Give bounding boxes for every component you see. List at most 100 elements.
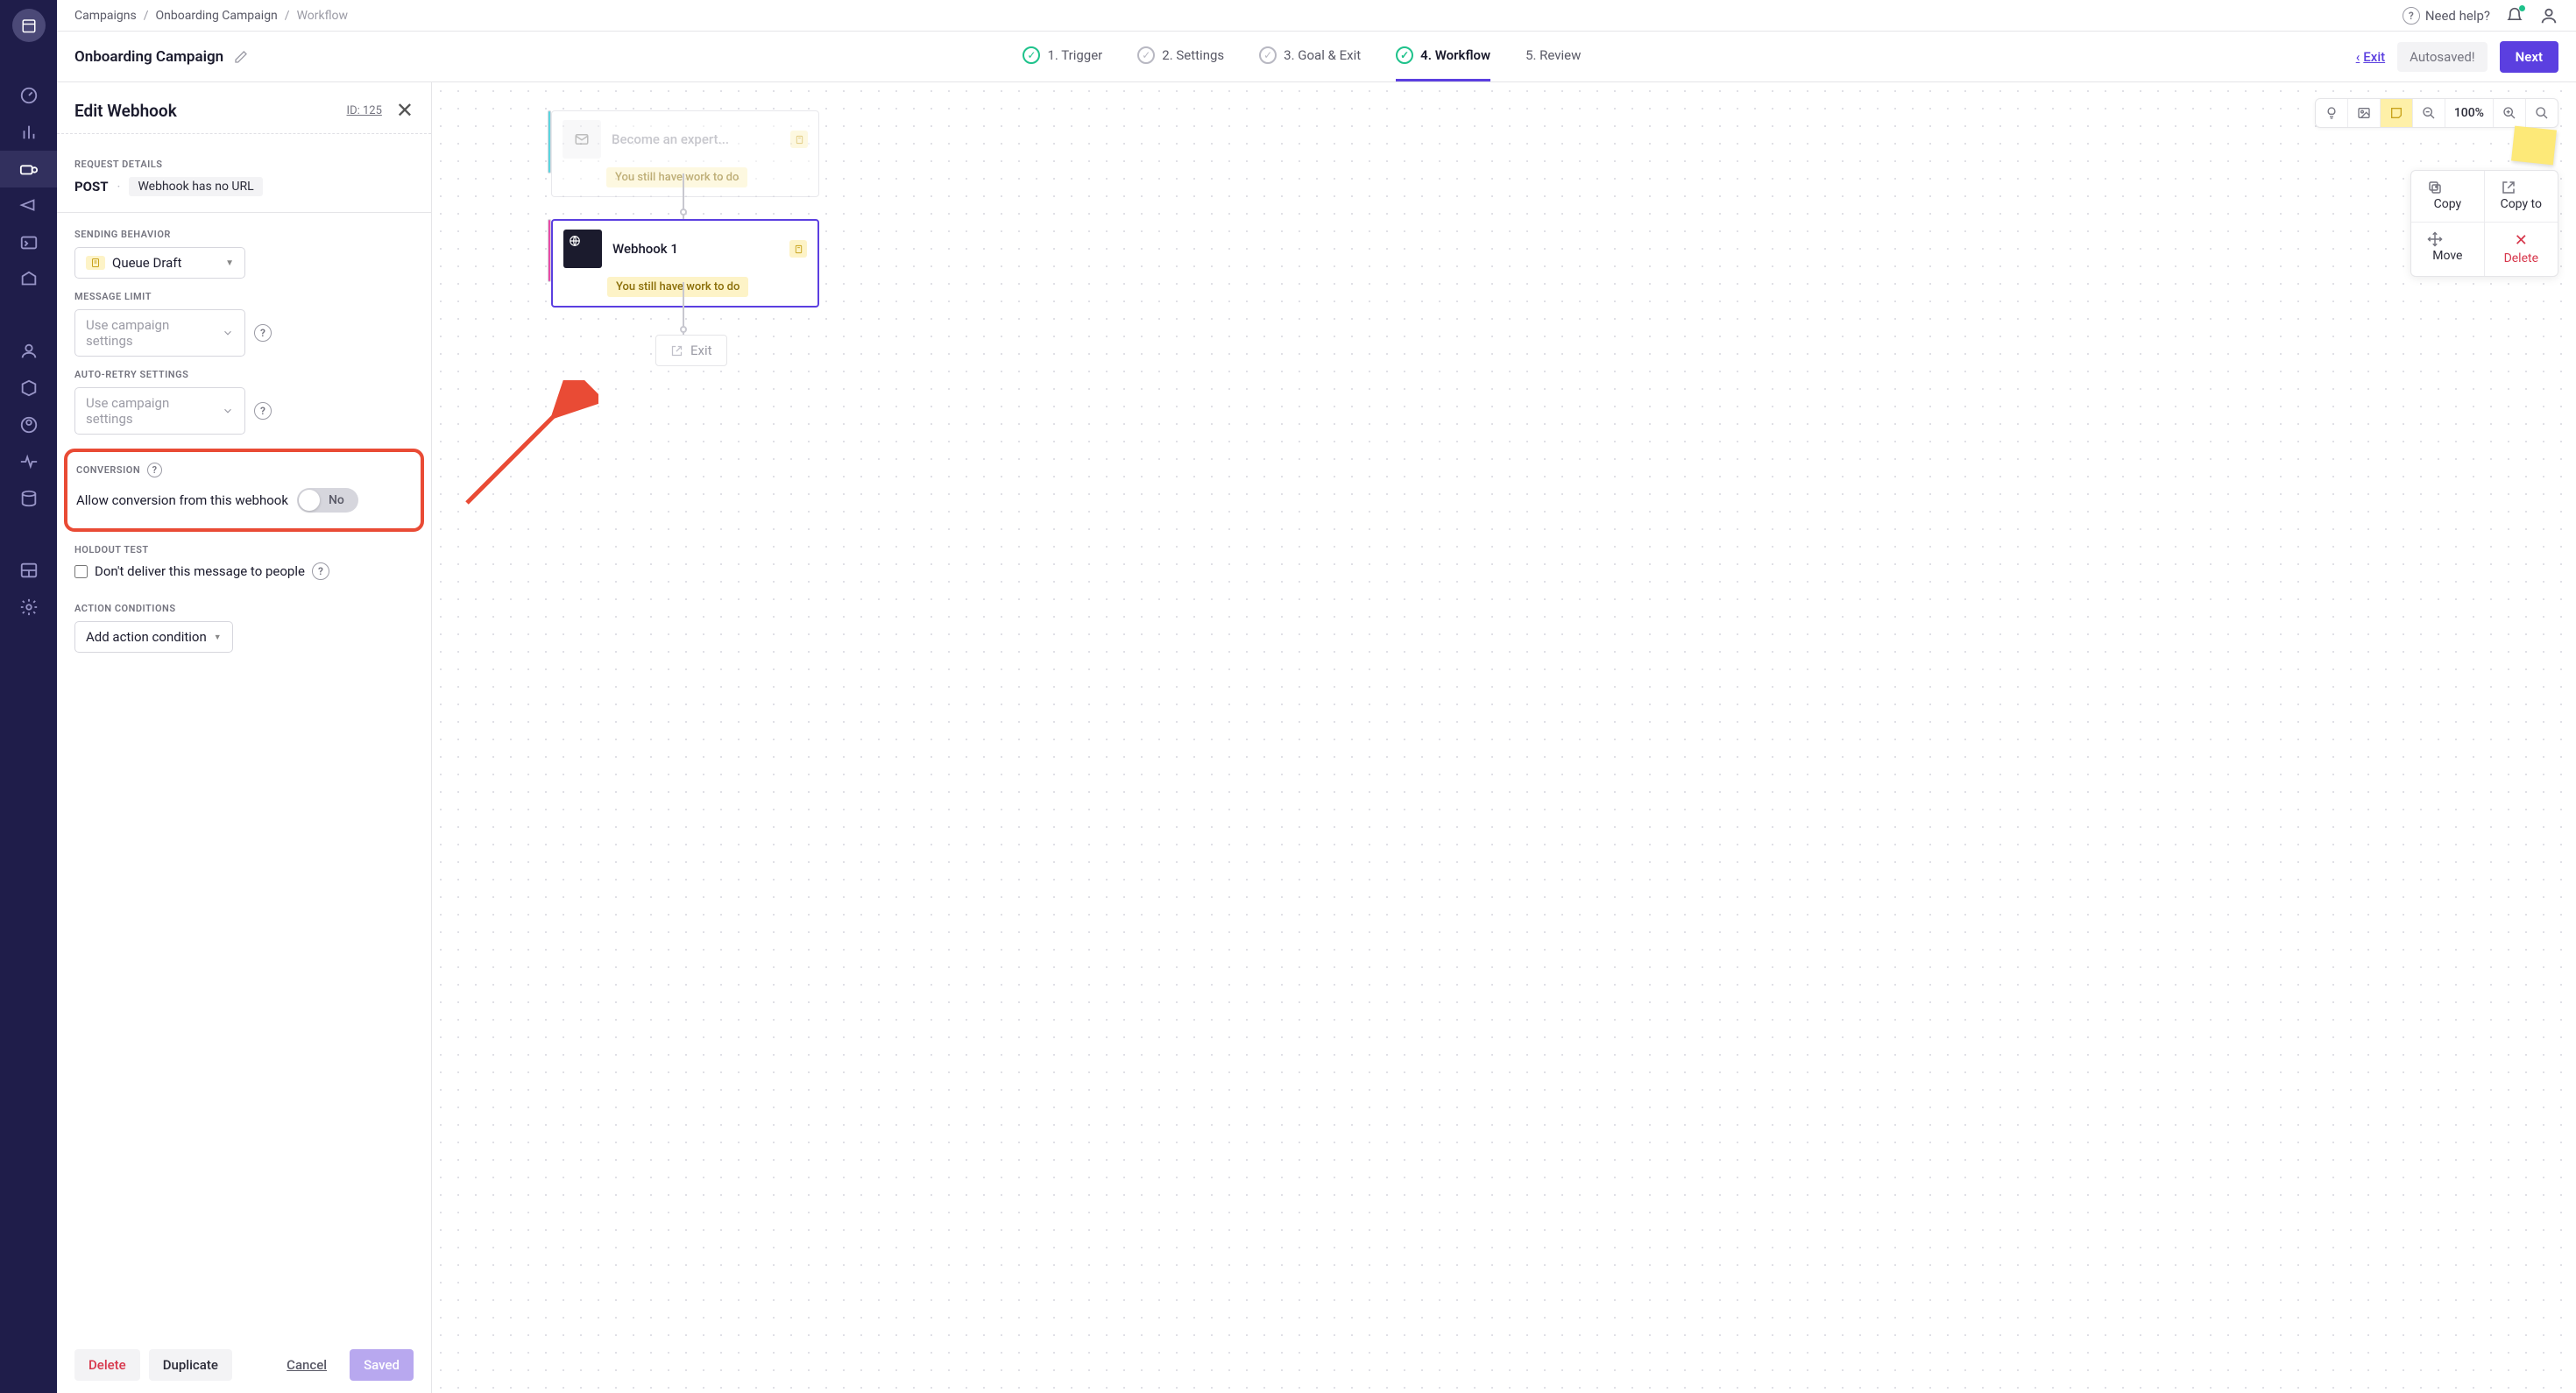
caret-down-icon: ▼ [214, 633, 222, 642]
exit-node[interactable]: Exit [655, 335, 727, 366]
next-button[interactable]: Next [2500, 41, 2558, 73]
caret-down-icon: ▼ [225, 258, 234, 268]
copy-to-action[interactable]: Copy to [2485, 171, 2558, 223]
nav-analytics-icon[interactable] [0, 114, 57, 151]
step-header: Onboarding Campaign ✓1. Trigger ✓2. Sett… [57, 32, 2576, 82]
annotation-arrow [441, 380, 598, 529]
nav-content-icon[interactable] [0, 552, 57, 589]
section-sending-behavior: SENDING BEHAVIOR [74, 229, 414, 240]
nav-dashboard-icon[interactable] [0, 77, 57, 114]
breadcrumb-campaigns[interactable]: Campaigns [74, 9, 137, 23]
nav-people-icon[interactable] [0, 333, 57, 370]
tab-review[interactable]: 5. Review [1525, 32, 1581, 81]
webhook-icon [563, 230, 602, 268]
move-icon [2427, 231, 2467, 247]
nav-broadcasts-icon[interactable] [0, 187, 57, 224]
chevron-down-icon [222, 327, 234, 339]
nav-activity-icon[interactable] [0, 443, 57, 480]
nav-campaigns-icon[interactable] [0, 151, 57, 187]
draft-icon [790, 131, 808, 148]
webhook-node[interactable]: Webhook 1 You still have work to do [551, 219, 819, 308]
delete-button[interactable]: Delete [74, 1349, 140, 1381]
conversion-toggle-row: Allow conversion from this webhook No [76, 488, 412, 513]
sticky-note-icon[interactable] [2381, 99, 2413, 127]
step-tabs: ✓1. Trigger ✓2. Settings ✓3. Goal & Exit… [1023, 32, 1581, 81]
help-icon[interactable]: ? [254, 402, 272, 420]
close-icon[interactable]: ✕ [396, 98, 414, 123]
main-area: Campaigns / Onboarding Campaign / Workfl… [57, 0, 2576, 1393]
app-logo[interactable] [12, 9, 46, 42]
duplicate-button[interactable]: Duplicate [149, 1349, 232, 1381]
edit-title-icon[interactable] [234, 50, 248, 64]
section-autoretry: AUTO-RETRY SETTINGS [74, 369, 414, 380]
request-row: POST · Webhook has no URL [74, 177, 414, 196]
profile-icon[interactable] [2539, 6, 2558, 25]
chevron-down-icon [222, 405, 234, 417]
breadcrumb-bar: Campaigns / Onboarding Campaign / Workfl… [57, 0, 2576, 32]
nav-data-icon[interactable] [0, 480, 57, 517]
sending-behavior-dropdown[interactable]: Queue Draft ▼ [74, 247, 245, 279]
help-icon[interactable]: ? [312, 562, 329, 580]
tab-workflow[interactable]: ✓4. Workflow [1396, 32, 1490, 81]
holdout-checkbox-row: Don't deliver this message to people ? [74, 562, 414, 580]
saved-button[interactable]: Saved [350, 1349, 414, 1381]
panel-header: Edit Webhook ID: 125 ✕ [57, 82, 431, 134]
workflow-canvas[interactable]: 100% Copy Copy to Move ✕Delete [432, 82, 2576, 1393]
draft-icon [86, 256, 105, 270]
breadcrumb-workflow: Workflow [297, 9, 349, 23]
check-icon: ✓ [1023, 46, 1040, 64]
section-message-limit: MESSAGE LIMIT [74, 291, 414, 302]
tab-trigger[interactable]: ✓1. Trigger [1023, 32, 1102, 81]
lightbulb-icon[interactable] [2316, 99, 2348, 127]
left-nav [0, 0, 57, 1393]
nav-objects-icon[interactable] [0, 370, 57, 407]
question-icon: ? [2403, 7, 2420, 25]
help-icon[interactable]: ? [254, 324, 272, 342]
tab-settings[interactable]: ✓2. Settings [1137, 32, 1224, 81]
zoom-in-icon[interactable] [2494, 99, 2526, 127]
autoretry-dropdown[interactable]: Use campaign settings [74, 387, 245, 435]
conversion-highlight-box: CONVERSION ? Allow conversion from this … [64, 449, 424, 532]
nav-settings-icon[interactable] [0, 589, 57, 626]
nav-transactional-icon[interactable] [0, 224, 57, 261]
image-icon[interactable] [2348, 99, 2381, 127]
need-help-link[interactable]: ? Need help? [2403, 7, 2490, 25]
email-node[interactable]: Become an expert... You still have work … [551, 110, 819, 197]
nav-segments-icon[interactable] [0, 407, 57, 443]
node-action-menu: Copy Copy to Move ✕Delete [2410, 170, 2558, 277]
tab-goal-exit[interactable]: ✓3. Goal & Exit [1259, 32, 1361, 81]
breadcrumb-campaign-name[interactable]: Onboarding Campaign [156, 9, 278, 23]
section-conversion: CONVERSION ? [76, 463, 412, 477]
help-icon[interactable]: ? [147, 463, 162, 477]
conversion-toggle[interactable]: No [297, 488, 358, 513]
delete-icon: ✕ [2501, 231, 2542, 250]
section-holdout: HOLDOUT TEST [74, 544, 414, 555]
bell-icon[interactable] [2506, 7, 2523, 25]
add-condition-dropdown[interactable]: Add action condition ▼ [74, 621, 233, 653]
check-icon: ✓ [1137, 46, 1155, 64]
delete-action[interactable]: ✕Delete [2485, 223, 2558, 276]
copy-action[interactable]: Copy [2411, 171, 2484, 223]
header-actions: ‹Exit Autosaved! Next [2356, 41, 2558, 73]
move-action[interactable]: Move [2411, 223, 2484, 276]
panel-body: REQUEST DETAILS POST · Webhook has no UR… [57, 134, 431, 1336]
cancel-button[interactable]: Cancel [272, 1349, 341, 1381]
sticky-note[interactable] [2511, 126, 2557, 166]
section-request-details: REQUEST DETAILS [74, 159, 414, 170]
zoom-out-icon[interactable] [2413, 99, 2445, 127]
workflow-canvas-wrap: 100% Copy Copy to Move ✕Delete [432, 82, 2576, 1393]
no-url-badge: Webhook has no URL [129, 177, 262, 196]
webhook-id[interactable]: ID: 125 [347, 104, 382, 117]
holdout-checkbox[interactable] [74, 565, 88, 578]
draft-icon [789, 240, 807, 258]
message-limit-dropdown[interactable]: Use campaign settings [74, 309, 245, 357]
topbar-right: ? Need help? [2403, 6, 2558, 25]
exit-icon [670, 344, 683, 357]
nav-deliveries-icon[interactable] [0, 261, 57, 298]
search-icon[interactable] [2526, 99, 2558, 127]
http-method: POST [74, 179, 109, 194]
edit-panel: Edit Webhook ID: 125 ✕ REQUEST DETAILS P… [57, 82, 432, 1393]
exit-link[interactable]: ‹Exit [2356, 49, 2385, 65]
section-action-conditions: ACTION CONDITIONS [74, 603, 414, 614]
check-icon: ✓ [1259, 46, 1277, 64]
